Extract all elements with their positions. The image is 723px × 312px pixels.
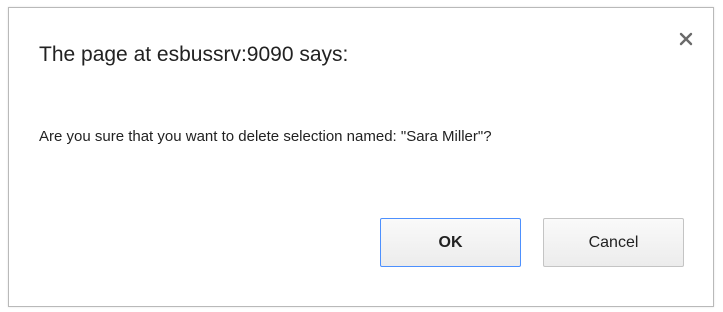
close-button[interactable]: [675, 28, 697, 50]
alert-dialog: The page at esbussrv:9090 says: Are you …: [8, 7, 714, 307]
ok-button[interactable]: OK: [380, 218, 521, 267]
dialog-title: The page at esbussrv:9090 says:: [39, 43, 349, 66]
dialog-message: Are you sure that you want to delete sel…: [39, 128, 492, 145]
cancel-button[interactable]: Cancel: [543, 218, 684, 267]
close-icon: [675, 28, 697, 50]
